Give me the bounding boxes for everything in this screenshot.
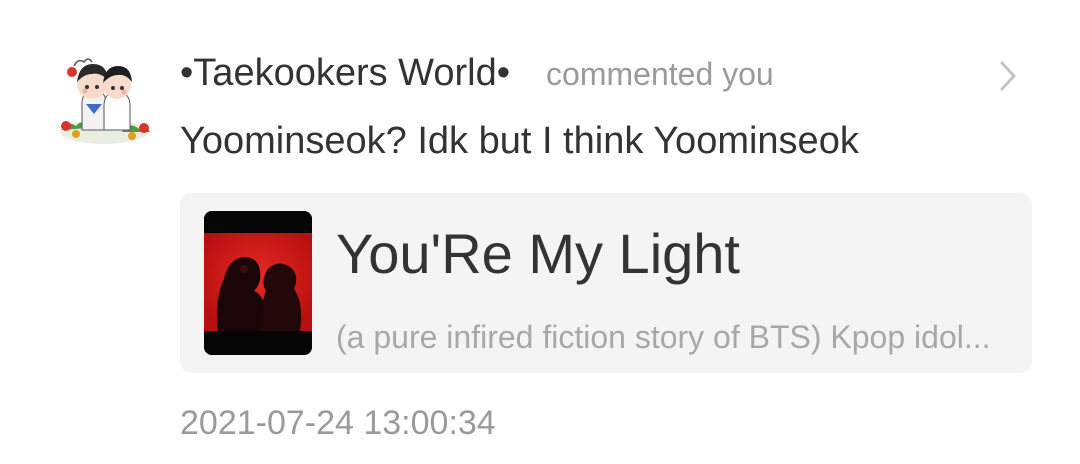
chevron-right-icon[interactable] xyxy=(994,58,1022,94)
story-cover-image xyxy=(204,211,312,355)
username-link[interactable]: •Taekookers World• xyxy=(180,52,510,95)
comment-text: Yoominseok? Idk but I think Yoominseok xyxy=(180,120,859,162)
notification-header: •Taekookers World• commented you xyxy=(180,52,774,95)
story-title: You'Re My Light xyxy=(336,222,740,285)
comment-notification[interactable]: •Taekookers World• commented you Yoomins… xyxy=(0,0,1080,464)
action-text: commented you xyxy=(546,56,774,92)
user-avatar[interactable] xyxy=(52,52,156,148)
story-description: (a pure infired fiction story of BTS) Kp… xyxy=(336,319,991,355)
story-card[interactable]: You'Re My Light (a pure infired fiction … xyxy=(180,193,1032,373)
timestamp: 2021-07-24 13:00:34 xyxy=(180,404,496,442)
chibi-couple-avatar-icon xyxy=(60,58,150,144)
